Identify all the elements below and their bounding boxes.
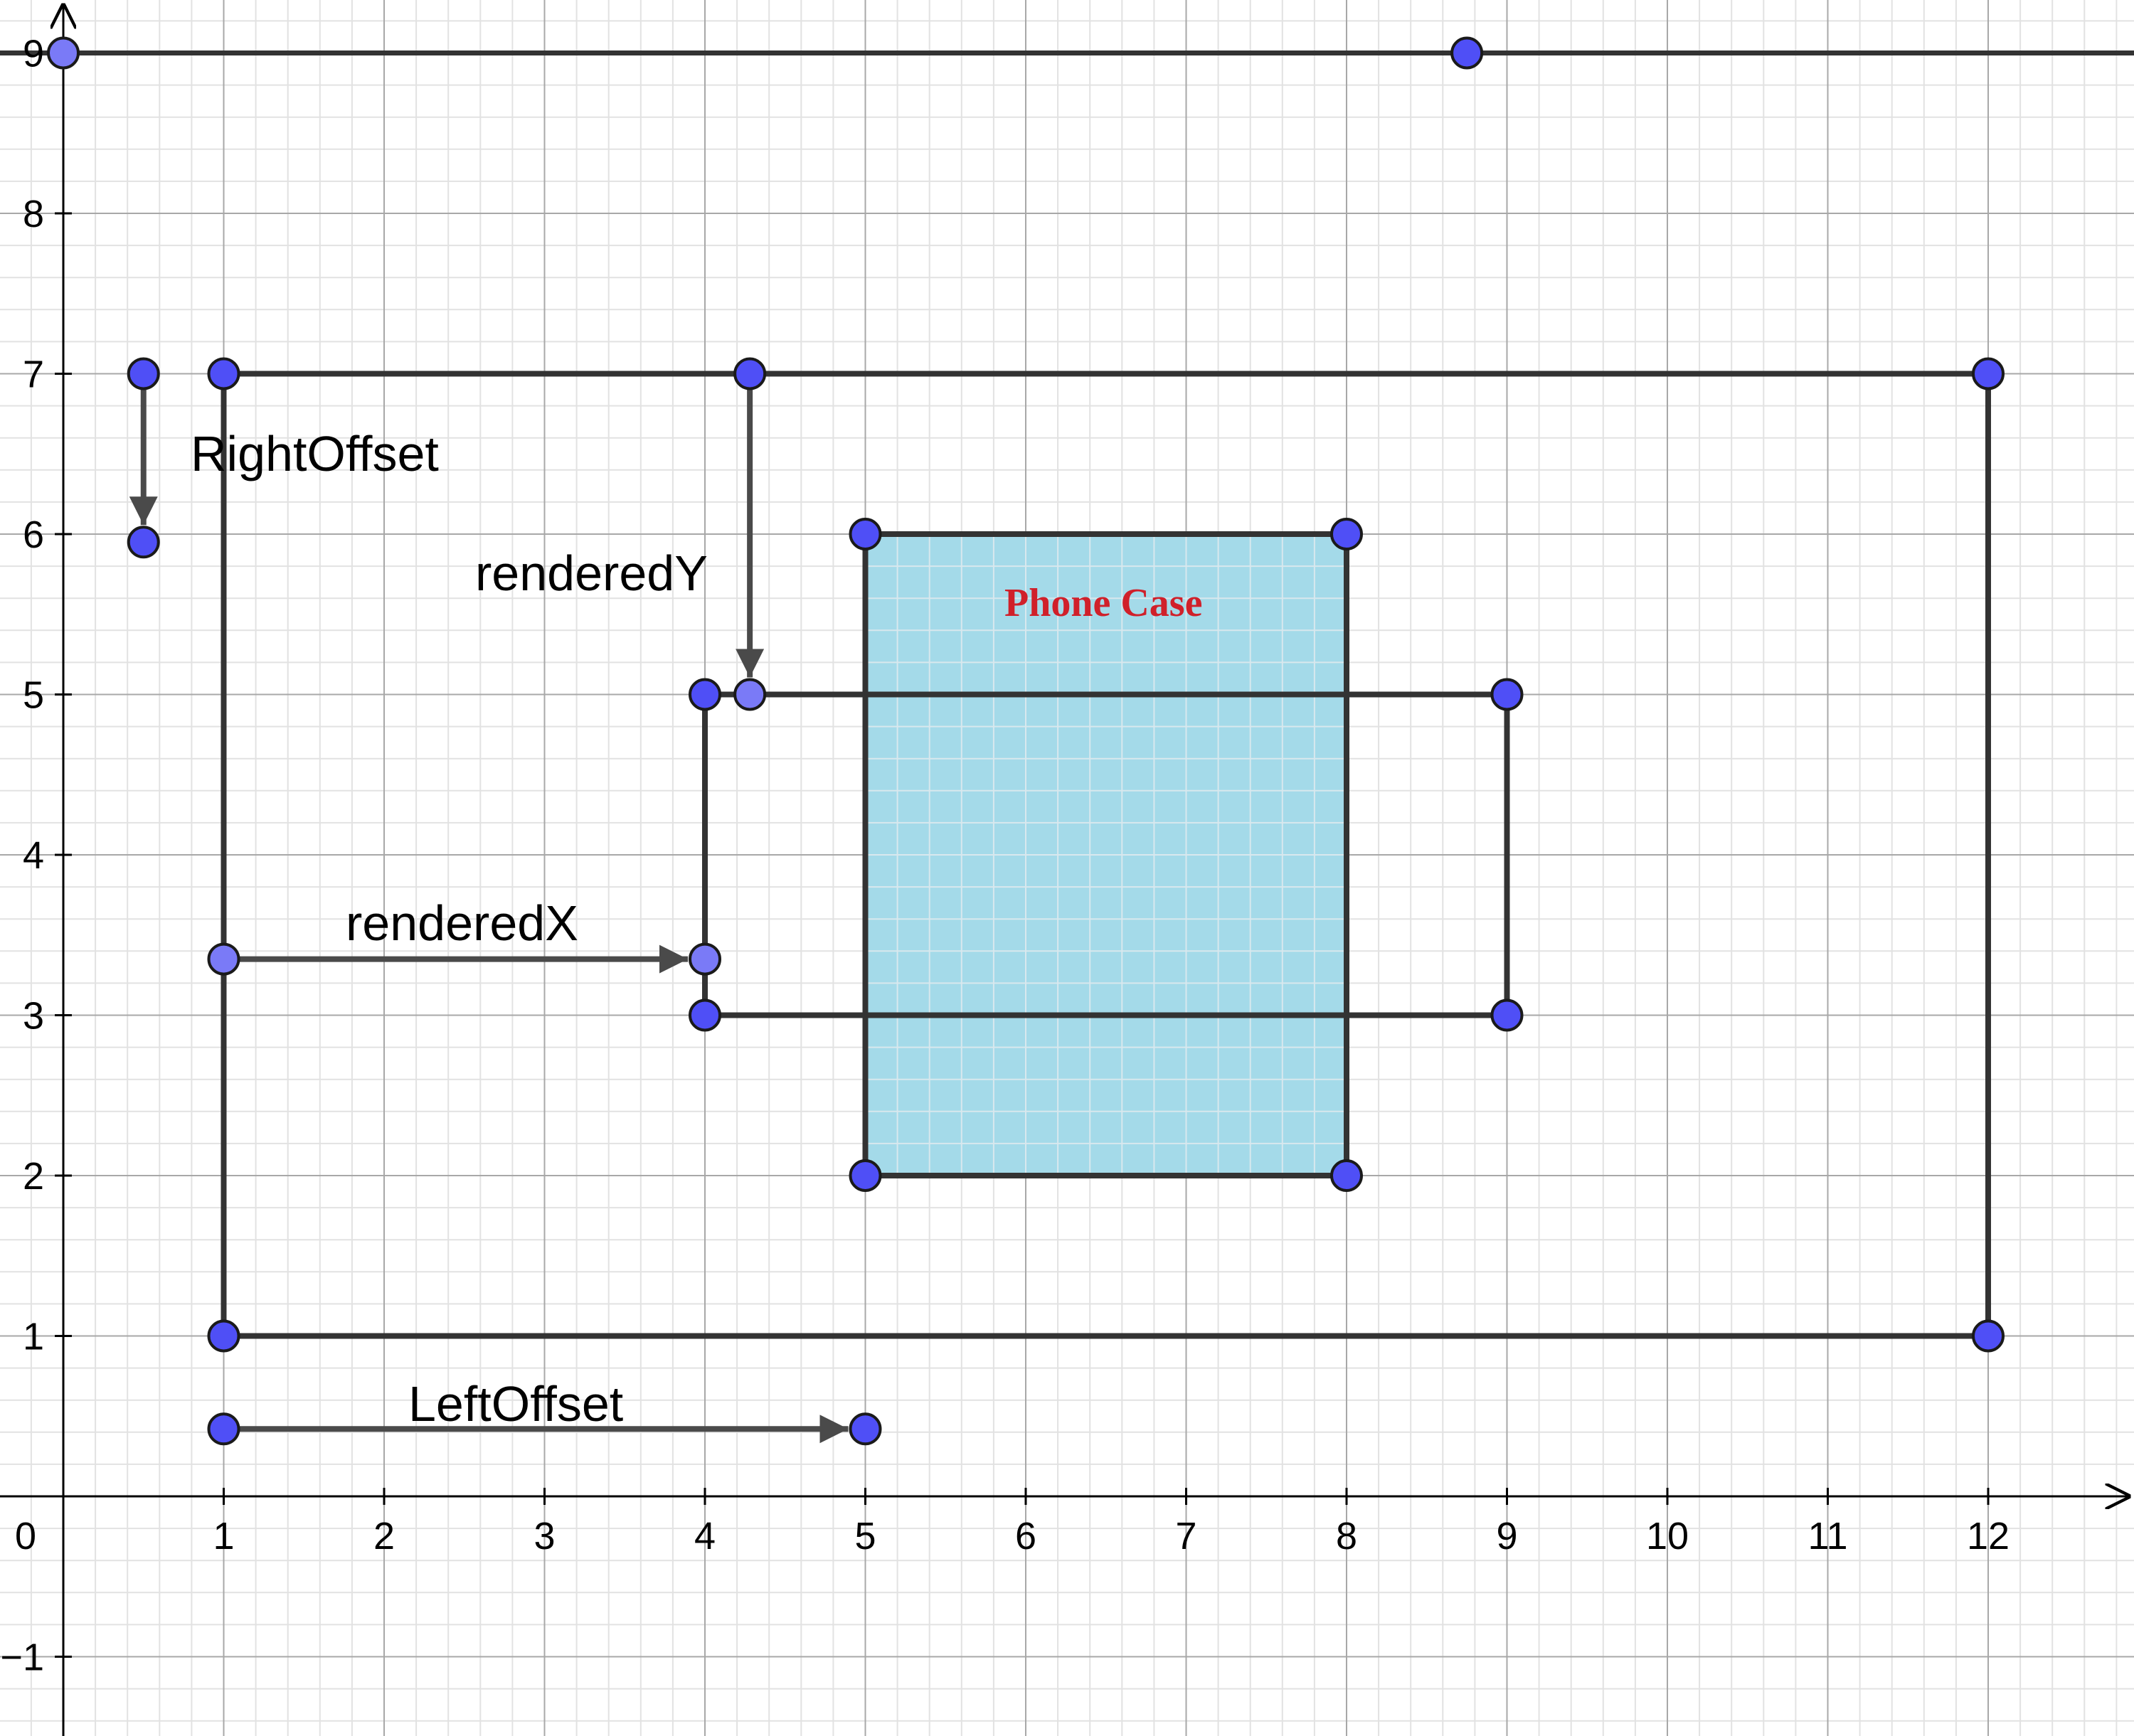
x-tick-label: 11	[1807, 1515, 1847, 1557]
point[interactable]	[1490, 999, 1524, 1032]
point[interactable]	[849, 1159, 882, 1192]
point[interactable]	[207, 1319, 240, 1353]
point[interactable]	[1450, 36, 1484, 70]
y-tick-label: 5	[23, 674, 44, 717]
point[interactable]	[733, 678, 767, 711]
x-tick-label: 4	[694, 1515, 716, 1557]
point[interactable]	[849, 1412, 882, 1446]
point[interactable]	[1330, 1159, 1363, 1192]
point[interactable]	[127, 357, 160, 390]
x-tick-label: 12	[1967, 1515, 2010, 1557]
point[interactable]	[689, 942, 721, 976]
point[interactable]	[689, 999, 721, 1032]
x-tick-label: 5	[854, 1515, 876, 1557]
label-rendered-x: renderedX	[346, 895, 578, 951]
y-tick-label: −1	[0, 1636, 44, 1679]
x-tick-label: 3	[534, 1515, 555, 1557]
phone-case-grid	[865, 534, 1347, 1176]
coordinate-plane: 0 1 2 3 4 5 6 7 8 9 10 11 12−1123456789 RightOffset …	[0, 0, 2134, 1736]
y-tick-label: 3	[23, 995, 44, 1038]
x-tick-label: 1	[213, 1515, 234, 1557]
point[interactable]	[1490, 678, 1524, 711]
label-right-offset: RightOffset	[191, 426, 439, 481]
point[interactable]	[127, 526, 160, 559]
point[interactable]	[207, 1412, 240, 1446]
x-tick-label: 8	[1336, 1515, 1357, 1557]
point[interactable]	[1972, 357, 2005, 390]
y-tick-label: 4	[23, 834, 44, 877]
x-tick-label: 9	[1496, 1515, 1517, 1557]
y-tick-label: 1	[23, 1316, 44, 1358]
y-tick-label: 7	[23, 353, 44, 396]
y-tick-label: 9	[23, 33, 44, 75]
x-tick-label: 0	[15, 1515, 36, 1557]
point[interactable]	[849, 518, 882, 550]
point[interactable]	[1330, 518, 1363, 550]
y-tick-label: 6	[23, 513, 44, 556]
label-rendered-y: renderedY	[475, 545, 708, 601]
y-tick-label: 2	[23, 1155, 44, 1198]
label-left-offset: LeftOffset	[408, 1376, 623, 1432]
point[interactable]	[207, 942, 240, 976]
x-tick-label: 6	[1015, 1515, 1036, 1557]
x-tick-label: 7	[1175, 1515, 1196, 1557]
y-tick-label: 8	[23, 193, 44, 235]
point[interactable]	[1972, 1319, 2005, 1353]
x-tick-label: 10	[1646, 1515, 1689, 1557]
phone-case-label: Phone Case	[1004, 581, 1202, 625]
x-tick-label: 2	[373, 1515, 395, 1557]
point[interactable]	[689, 678, 721, 711]
point[interactable]	[207, 357, 240, 390]
point[interactable]	[47, 36, 80, 70]
point[interactable]	[733, 357, 767, 390]
